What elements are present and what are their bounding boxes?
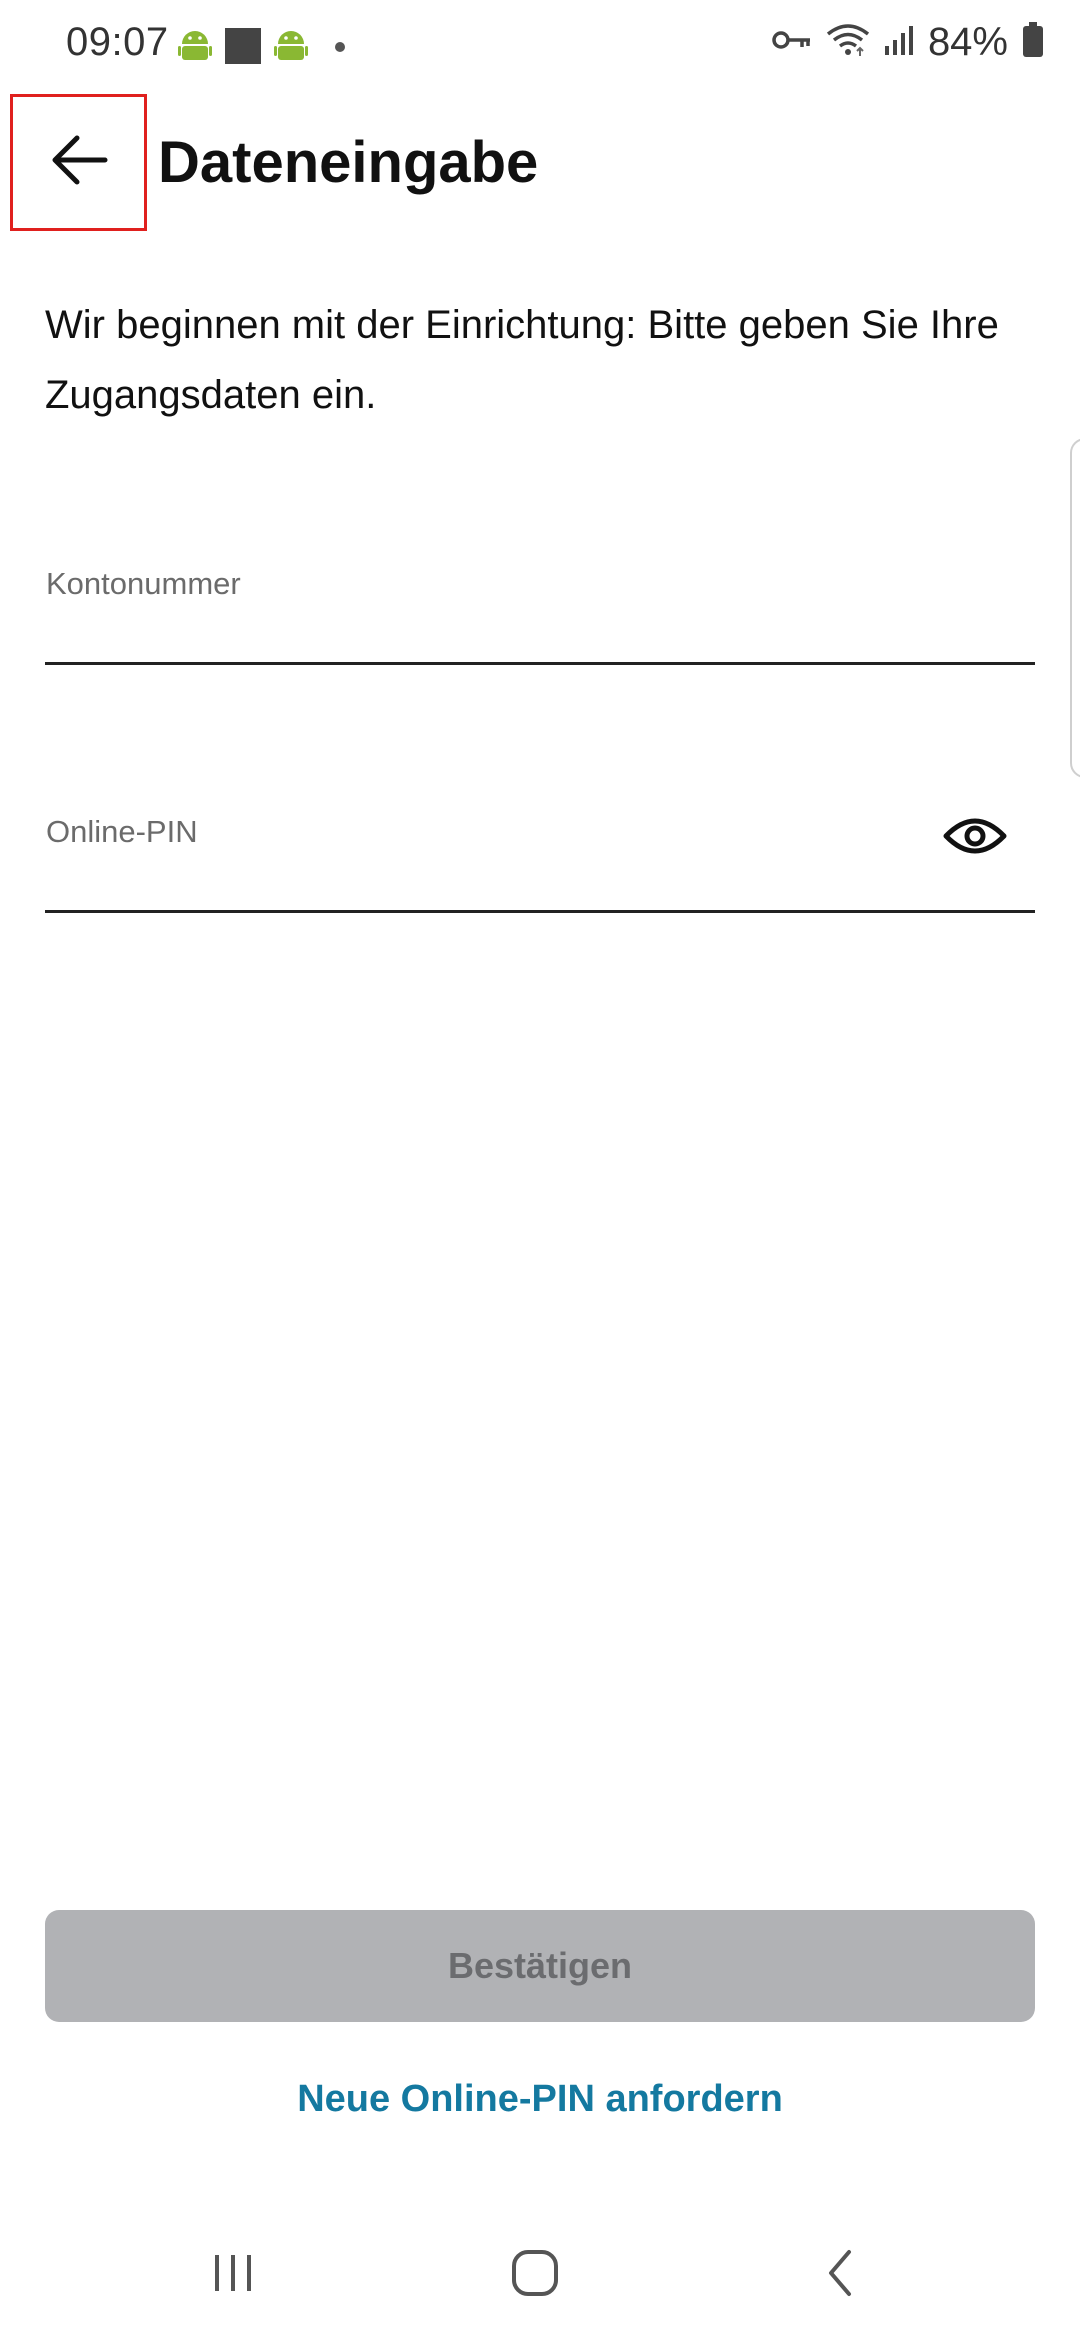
recent-apps-button[interactable]: [193, 2240, 273, 2310]
page-title: Dateneingabe: [158, 130, 539, 195]
wifi-icon: [826, 22, 870, 63]
home-button[interactable]: [495, 2240, 575, 2310]
back-icon: [823, 2248, 857, 2303]
battery-icon: [1022, 22, 1044, 63]
android-icon: [274, 28, 308, 69]
eye-icon: [943, 814, 1007, 863]
account-number-input[interactable]: [45, 542, 1035, 662]
back-button[interactable]: [10, 94, 147, 231]
screen: 09:07 84% Dateneingabe Wir beginnen mit …: [0, 0, 1080, 2340]
dot-icon: [334, 40, 346, 58]
signal-icon: [884, 24, 914, 61]
request-new-pin-link[interactable]: Neue Online-PIN anfordern: [0, 2078, 1080, 2121]
online-pin-field[interactable]: Online-PIN: [45, 790, 1035, 913]
notification-icons: [178, 28, 346, 69]
system-icons: 84%: [772, 20, 1044, 65]
edge-panel-handle[interactable]: [1070, 438, 1080, 778]
android-icon: [178, 28, 212, 69]
key-icon: [772, 28, 812, 57]
arrow-left-icon: [49, 134, 109, 191]
confirm-button[interactable]: Bestätigen: [45, 1910, 1035, 2022]
recent-apps-icon: [211, 2251, 255, 2300]
status-bar: 09:07 84%: [0, 0, 1080, 96]
toggle-pin-visibility-button[interactable]: [939, 802, 1011, 874]
account-number-field[interactable]: Kontonummer: [45, 542, 1035, 665]
home-icon: [510, 2248, 560, 2303]
navigation-bar: [0, 2220, 1080, 2320]
square-icon: [224, 28, 262, 69]
system-back-button[interactable]: [800, 2240, 880, 2310]
online-pin-input[interactable]: [45, 790, 1035, 910]
status-time: 09:07: [66, 20, 169, 64]
battery-percentage: 84%: [927, 20, 1008, 64]
intro-text: Wir beginnen mit der Einrichtung: Bitte …: [45, 303, 999, 417]
